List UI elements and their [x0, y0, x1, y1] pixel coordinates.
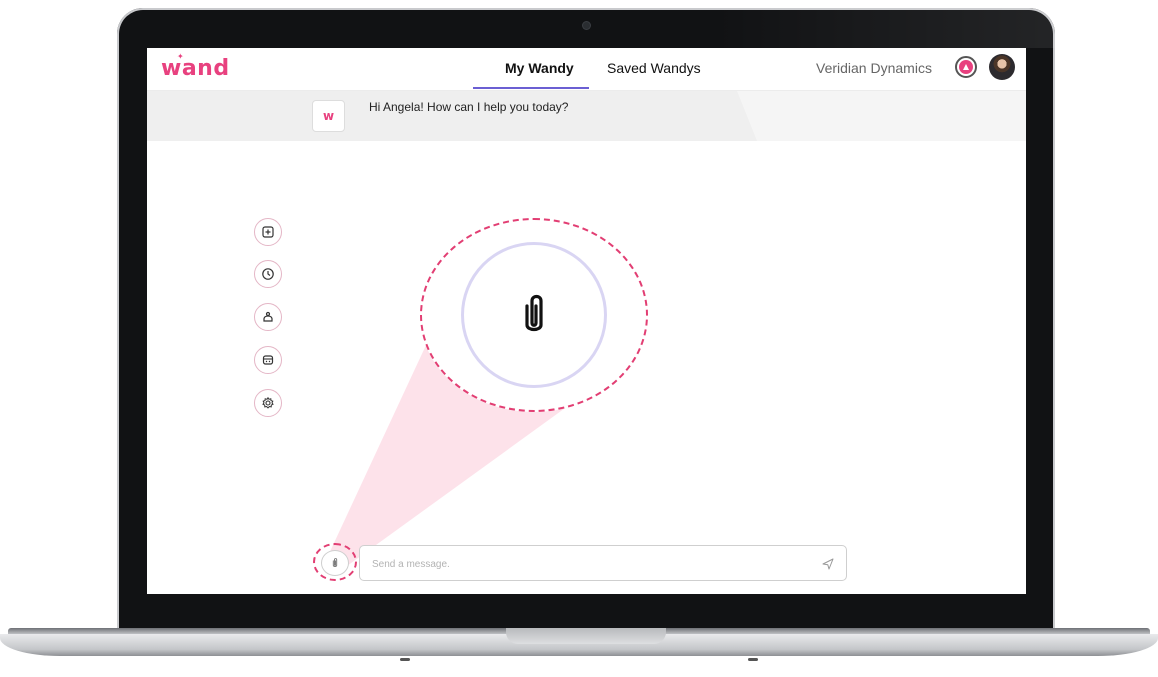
webcam	[583, 22, 590, 29]
send-icon	[822, 558, 834, 570]
wand-button[interactable]	[254, 303, 282, 331]
laptop-foot	[748, 658, 758, 661]
laptop-base	[0, 628, 1158, 668]
zoomed-attach-button	[461, 242, 607, 388]
paperclip-icon	[525, 294, 543, 332]
laptop-foot	[400, 658, 410, 661]
settings-button[interactable]	[254, 389, 282, 417]
message-input[interactable]	[370, 555, 814, 573]
app-screen: wand ✦ My Wandy Saved Wandys Veridian Dy…	[147, 48, 1026, 594]
bot-icon	[262, 355, 274, 365]
history-icon	[262, 268, 274, 280]
new-chat-icon	[262, 226, 274, 238]
settings-icon	[262, 396, 274, 409]
lid-reflection	[715, 8, 1055, 48]
wand-icon	[263, 311, 273, 322]
message-composer	[359, 545, 847, 581]
history-button[interactable]	[254, 260, 282, 288]
new-chat-button[interactable]	[254, 218, 282, 246]
bot-button[interactable]	[254, 346, 282, 374]
attach-button[interactable]	[321, 550, 349, 576]
base-notch	[506, 628, 666, 644]
send-button[interactable]	[820, 556, 836, 572]
paperclip-icon	[332, 558, 338, 567]
